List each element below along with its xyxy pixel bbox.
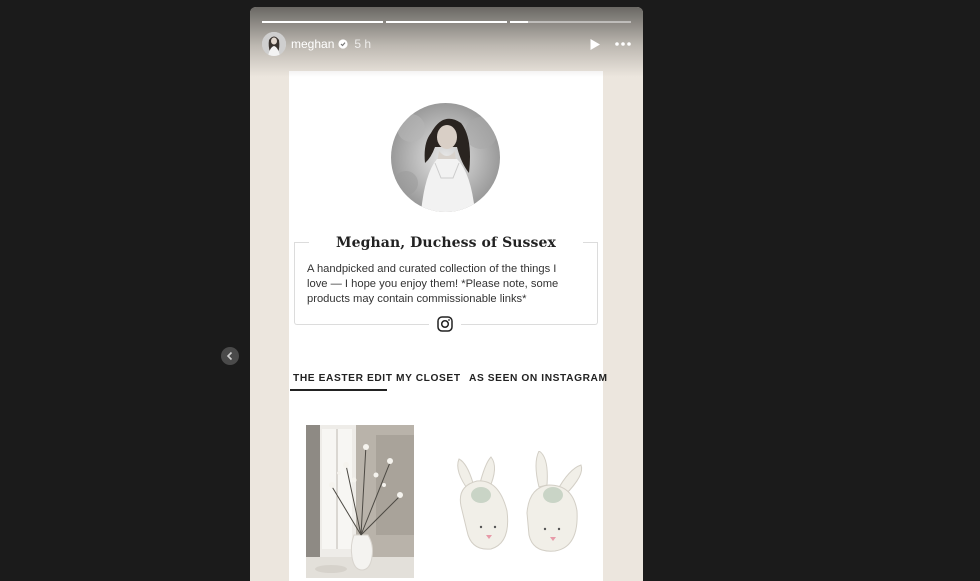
tab-easter-edit[interactable]: THE EASTER EDIT [293, 373, 393, 384]
tab-my-closet[interactable]: MY CLOSET [396, 373, 461, 384]
shop-page-screenshot: Meghan, Duchess of Sussex A handpicked a… [289, 71, 607, 581]
progress-segment [386, 21, 507, 23]
previous-story-button[interactable] [221, 347, 239, 365]
shop-tabs: THE EASTER EDIT MY CLOSET AS SEEN ON INS… [289, 373, 607, 391]
story-viewer[interactable]: Meghan, Duchess of Sussex A handpicked a… [250, 7, 643, 581]
profile-portrait [391, 103, 500, 212]
progress-segment [262, 21, 383, 23]
active-tab-indicator [290, 389, 387, 391]
progress-segment [510, 21, 631, 23]
story-progress [262, 21, 631, 23]
chevron-left-icon [226, 351, 233, 361]
product-image-bunny-slippers[interactable] [449, 450, 594, 556]
instagram-icon [437, 316, 453, 332]
more-icon[interactable] [615, 42, 631, 46]
play-icon[interactable] [589, 38, 601, 51]
instagram-link[interactable] [429, 314, 461, 334]
username[interactable]: meghan [291, 37, 334, 51]
verified-badge-icon [338, 39, 348, 49]
avatar[interactable] [262, 32, 286, 56]
tab-as-seen-on-instagram[interactable]: AS SEEN ON INSTAGRAM [469, 373, 608, 384]
product-image-vase[interactable] [306, 425, 414, 578]
post-time: 5 h [354, 37, 372, 51]
profile-bio: A handpicked and curated collection of t… [307, 263, 559, 305]
story-header: meghan 5 h [262, 31, 631, 57]
